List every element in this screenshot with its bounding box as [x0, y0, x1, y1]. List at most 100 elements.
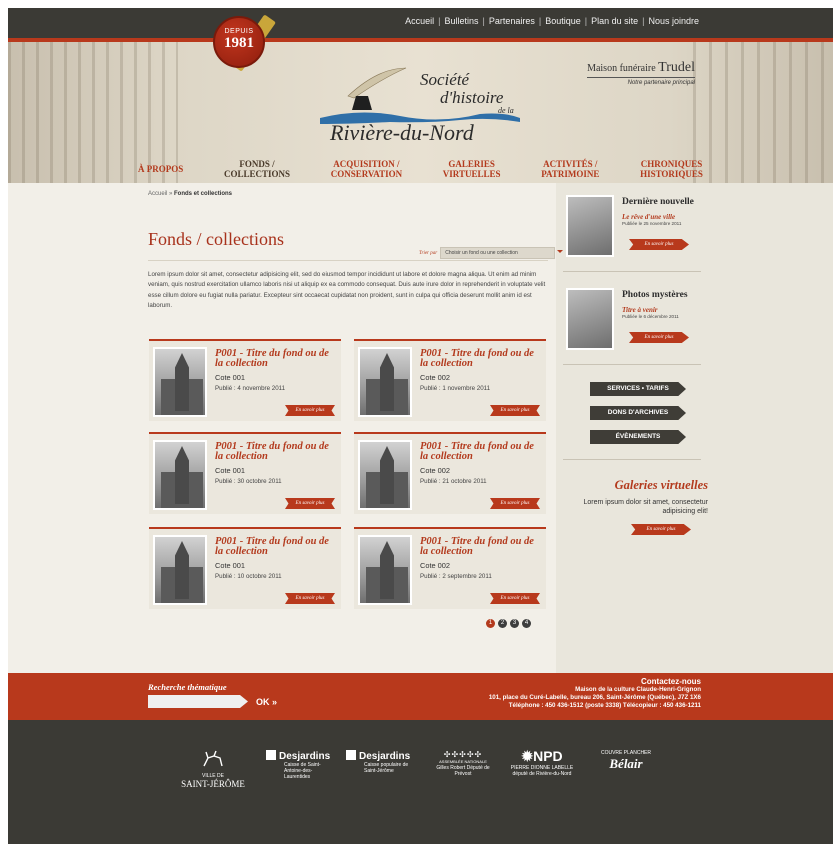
- page-4-button[interactable]: 4: [522, 619, 531, 628]
- intro-paragraph: Lorem ipsum dolor sit amet, consectetur …: [148, 271, 546, 310]
- read-more-button[interactable]: En savoir plus: [285, 405, 335, 416]
- nav-link-plan-du-site[interactable]: Plan du site: [591, 16, 638, 26]
- church-thumbnail: [153, 535, 207, 605]
- card-code: Cote 001: [215, 373, 245, 382]
- read-more-button[interactable]: En savoir plus: [285, 593, 335, 604]
- footer: VILLE DE SAINT-JÉRÔME Desjardins Caisse …: [8, 720, 833, 844]
- card-title[interactable]: P001 - Titre du fond ou de la collection: [420, 348, 542, 369]
- evenements-button[interactable]: ÉVÈNEMENTS: [590, 430, 686, 444]
- card-date: Publié : 4 novembre 2011: [215, 385, 286, 392]
- church-thumbnail: [358, 440, 412, 510]
- top-bar: Accueil | Bulletins | Partenaires | Boutique | P…: [8, 8, 833, 38]
- sort-filter: Trier par Choisir un fond ou une collect…: [419, 247, 564, 259]
- sponsor-desjardins-jerome[interactable]: Desjardins Caisse populaire de Saint-Jér…: [346, 750, 421, 774]
- page-1-button[interactable]: 1: [486, 619, 495, 628]
- divider: [563, 364, 701, 365]
- contact-line: Téléphone : 450 436-1512 (poste 3338) Té…: [508, 702, 701, 709]
- card-date: Publié : 21 octobre 2011: [420, 478, 487, 485]
- read-more-button[interactable]: En savoir plus: [490, 498, 540, 509]
- nav-link-bulletins[interactable]: Bulletins: [444, 16, 478, 26]
- contact-heading[interactable]: Contactez-nous: [489, 678, 701, 686]
- sponsor-desjardins-antoine[interactable]: Desjardins Caisse de Saint-Antoine-des-L…: [266, 750, 336, 780]
- contact-line: Maison de la culture Claude-Henri-Grigno…: [575, 686, 701, 693]
- breadcrumb-home[interactable]: Accueil: [148, 191, 167, 197]
- fleur-de-lis-icon: ✣✣✣✣✣: [443, 750, 483, 759]
- card-date: Publié : 1 novembre 2011: [420, 385, 491, 392]
- partner-logo[interactable]: Maison funéraire Trudel Notre partenaire…: [587, 60, 695, 86]
- church-thumbnail: [358, 535, 412, 605]
- church-thumbnail: [153, 347, 207, 417]
- maple-leaf-icon: ✹: [521, 748, 534, 764]
- nav-chroniques-historiques[interactable]: CHRONIQUES HISTORIQUES: [640, 159, 703, 179]
- utility-nav: Accueil | Bulletins | Partenaires | Boutique | P…: [405, 16, 699, 26]
- church-thumbnail: [358, 347, 412, 417]
- sponsor-assemblee-nationale[interactable]: ✣✣✣✣✣ ASSEMBLÉE NATIONALE Gilles Robert …: [432, 750, 494, 777]
- galeries-virtuelles-box: Galeries virtuelles Lorem ipsum dolor si…: [568, 478, 709, 535]
- nav-link-accueil[interactable]: Accueil: [405, 16, 434, 26]
- logo-text-de-la: de la: [498, 106, 514, 115]
- mystery-photos: Photos mystères Titre à venir Publiée le…: [566, 288, 706, 352]
- card-code: Cote 002: [420, 373, 450, 382]
- collection-card[interactable]: P001 - Titre du fond ou de la collection…: [149, 527, 341, 609]
- card-date: Publié : 2 septembre 2011: [420, 573, 492, 580]
- card-code: Cote 001: [215, 466, 245, 475]
- nav-link-partenaires[interactable]: Partenaires: [489, 16, 535, 26]
- sponsor-npd[interactable]: ✹NPD PIERRE DIONNE LABELLE député de Riv…: [506, 748, 578, 777]
- services-tarifs-button[interactable]: SERVICES • TARIFS: [590, 382, 686, 396]
- nav-galeries-virtuelles[interactable]: GALERIES VIRTUELLES: [443, 159, 501, 179]
- galeries-text: Lorem ipsum dolor sit amet, consectetur …: [583, 499, 709, 515]
- read-more-button[interactable]: En savoir plus: [285, 498, 335, 509]
- nav-activites-patrimoine[interactable]: ACTIVITÉS / PATRIMOINE: [541, 159, 599, 179]
- nav-link-boutique[interactable]: Boutique: [545, 16, 581, 26]
- card-title[interactable]: P001 - Titre du fond ou de la collection: [420, 536, 542, 557]
- latest-news: Dernière nouvelle Le rêve d'une ville Pu…: [566, 195, 706, 259]
- read-more-button[interactable]: En savoir plus: [490, 593, 540, 604]
- news-photo[interactable]: [566, 195, 614, 257]
- card-title[interactable]: P001 - Titre du fond ou de la collection: [420, 441, 542, 462]
- nav-link-nous-joindre[interactable]: Nous joindre: [648, 16, 699, 26]
- collection-card[interactable]: P001 - Titre du fond ou de la collection…: [354, 339, 546, 421]
- mystery-title[interactable]: Titre à venir: [622, 306, 658, 314]
- divider: [148, 260, 548, 261]
- main-nav: À PROPOS FONDS / COLLECTIONS ACQUISITION …: [138, 154, 703, 184]
- search-ok-button[interactable]: OK »: [256, 697, 277, 707]
- page-3-button[interactable]: 3: [510, 619, 519, 628]
- read-more-button[interactable]: En savoir plus: [629, 332, 689, 343]
- search-label: Recherche thématique: [148, 682, 227, 692]
- sponsor-belair[interactable]: COUVRE PLANCHER Bélair: [586, 750, 666, 772]
- mystery-date: Publiée le 6 décembre 2011: [622, 314, 679, 319]
- logo-text-societe: Société: [420, 70, 470, 89]
- collection-card[interactable]: P001 - Titre du fond ou de la collection…: [149, 432, 341, 514]
- galeries-heading[interactable]: Galeries virtuelles: [568, 478, 708, 493]
- search-contact-band: [8, 673, 833, 720]
- nav-a-propos[interactable]: À PROPOS: [138, 164, 183, 174]
- collection-card[interactable]: P001 - Titre du fond ou de la collection…: [354, 432, 546, 514]
- collection-card[interactable]: P001 - Titre du fond ou de la collection…: [149, 339, 341, 421]
- read-more-button[interactable]: En savoir plus: [629, 239, 689, 250]
- news-title[interactable]: Le rêve d'une ville: [622, 213, 675, 221]
- search-input[interactable]: [148, 695, 248, 708]
- contact-line: 101, place du Curé-Labelle, bureau 206, …: [488, 694, 701, 701]
- card-title[interactable]: P001 - Titre du fond ou de la collection: [215, 536, 337, 557]
- read-more-button[interactable]: En savoir plus: [631, 524, 691, 535]
- dons-archives-button[interactable]: DONS D'ARCHIVES: [590, 406, 686, 420]
- card-title[interactable]: P001 - Titre du fond ou de la collection: [215, 441, 337, 462]
- collection-select[interactable]: Choisir un fond ou une collection: [440, 247, 564, 259]
- divider: [563, 271, 701, 272]
- nav-acquisition-conservation[interactable]: ACQUISITION / CONSERVATION: [331, 159, 402, 179]
- page-2-button[interactable]: 2: [498, 619, 507, 628]
- partner-prefix: Maison funéraire: [587, 63, 656, 74]
- read-more-button[interactable]: En savoir plus: [490, 405, 540, 416]
- nav-fonds-collections[interactable]: FONDS / COLLECTIONS: [224, 159, 290, 179]
- collection-card[interactable]: P001 - Titre du fond ou de la collection…: [354, 527, 546, 609]
- desjardins-icon: [346, 750, 356, 760]
- mystery-photo[interactable]: [566, 288, 614, 350]
- desjardins-icon: [266, 750, 276, 760]
- page-title: Fonds / collections: [148, 229, 284, 249]
- partner-tagline: Notre partenaire principal: [627, 80, 695, 86]
- sponsor-saint-jerome[interactable]: VILLE DE SAINT-JÉRÔME: [168, 750, 258, 789]
- card-title[interactable]: P001 - Titre du fond ou de la collection: [215, 348, 337, 369]
- news-date: Publiée le 25 novembre 2011: [622, 221, 682, 226]
- society-logo[interactable]: Société d'histoire de la Rivière-du-Nord: [320, 66, 535, 156]
- logo-text-riviere: Rivière-du-Nord: [330, 120, 474, 145]
